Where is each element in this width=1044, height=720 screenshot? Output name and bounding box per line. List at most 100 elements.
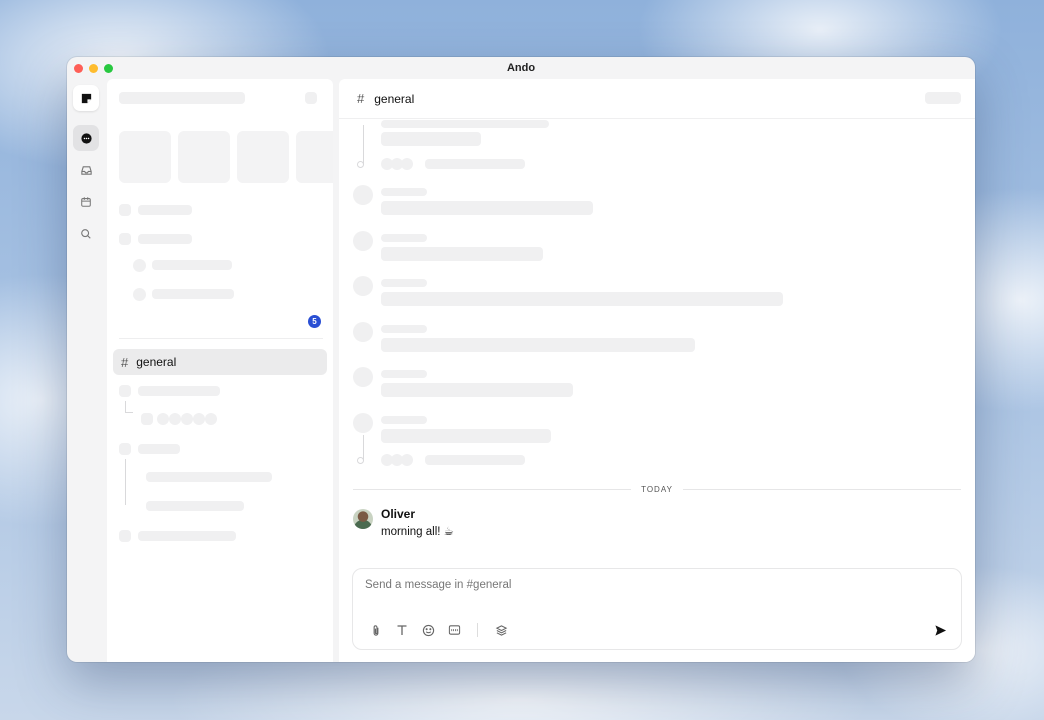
sidebar-item-general[interactable]: # general xyxy=(113,349,327,375)
message-composer xyxy=(352,568,962,650)
message-line-placeholder xyxy=(381,383,573,397)
app-logo-button[interactable] xyxy=(73,85,99,111)
day-divider-label: TODAY xyxy=(641,484,673,494)
inbox-nav-button[interactable] xyxy=(73,157,99,183)
search-icon xyxy=(81,229,91,239)
message-item[interactable]: Oliver morning all! ☕ xyxy=(353,507,454,538)
message-line-placeholder xyxy=(381,120,549,128)
gif-button[interactable] xyxy=(445,621,463,639)
message-line-placeholder xyxy=(381,292,783,306)
nav-rail xyxy=(67,79,105,662)
channel-name-placeholder[interactable] xyxy=(138,386,220,396)
message-input[interactable] xyxy=(365,579,905,591)
window-controls xyxy=(74,64,113,73)
thread-connector xyxy=(363,435,373,461)
app-window: Ando 5 # general # general TODAY Oliver … xyxy=(67,57,975,662)
author-placeholder xyxy=(381,188,427,196)
shortcut-card-placeholder[interactable] xyxy=(296,131,333,183)
participant-avatar-placeholder xyxy=(157,413,169,425)
channel-icon-placeholder xyxy=(119,385,131,397)
author-placeholder xyxy=(381,416,427,424)
channel-icon-placeholder xyxy=(119,443,131,455)
layers-icon xyxy=(495,624,507,636)
channel-header: # general xyxy=(339,79,975,119)
message-line-placeholder xyxy=(381,247,543,261)
message-line-placeholder xyxy=(381,338,695,352)
section-label-placeholder[interactable] xyxy=(138,234,192,244)
avatar-placeholder xyxy=(353,231,373,251)
channel-sidebar: 5 # general xyxy=(107,79,333,662)
titlebar: Ando xyxy=(67,57,975,79)
section-label-placeholder[interactable] xyxy=(138,205,192,215)
message-author[interactable]: Oliver xyxy=(381,507,454,521)
avatar-placeholder xyxy=(353,413,373,433)
attach-button[interactable] xyxy=(367,621,385,639)
calendar-icon xyxy=(81,197,91,207)
avatar-placeholder xyxy=(353,185,373,205)
dm-name-placeholder[interactable] xyxy=(152,289,234,299)
text-format-icon xyxy=(397,625,407,635)
message-body: Oliver morning all! ☕ xyxy=(381,507,454,538)
participant-avatar-placeholder xyxy=(181,413,193,425)
message-line-placeholder xyxy=(381,132,481,146)
app-logo-icon xyxy=(81,93,91,103)
hash-icon: # xyxy=(357,91,365,106)
window-title: Ando xyxy=(506,62,536,74)
channel-title: general xyxy=(374,91,415,106)
author-placeholder xyxy=(381,370,427,378)
header-action-placeholder[interactable] xyxy=(925,92,961,104)
thread-connector xyxy=(363,125,373,165)
messages-nav-button[interactable] xyxy=(73,125,99,151)
shortcut-card-placeholder[interactable] xyxy=(237,131,289,183)
channel-name-placeholder[interactable] xyxy=(138,531,236,541)
section-icon-placeholder xyxy=(119,233,131,245)
message-line-placeholder xyxy=(381,429,551,443)
message-line-placeholder xyxy=(381,201,593,215)
send-icon xyxy=(934,624,946,636)
avatar-placeholder xyxy=(353,367,373,387)
calendar-nav-button[interactable] xyxy=(73,189,99,215)
search-nav-button[interactable] xyxy=(73,221,99,247)
sidebar-item-label: general xyxy=(136,355,177,369)
thread-connector xyxy=(125,401,133,413)
dm-avatar-placeholder xyxy=(133,288,146,301)
dm-name-placeholder[interactable] xyxy=(152,260,232,270)
shortcut-card-placeholder[interactable] xyxy=(119,131,171,183)
day-divider: TODAY xyxy=(353,482,962,496)
avatar-placeholder xyxy=(353,276,373,296)
reply-count-placeholder[interactable] xyxy=(425,455,525,465)
participant-avatar-placeholder xyxy=(205,413,217,425)
format-text-button[interactable] xyxy=(393,621,411,639)
thread-title-placeholder[interactable] xyxy=(146,501,244,511)
inbox-icon xyxy=(80,165,92,175)
dm-avatar-placeholder xyxy=(133,259,146,272)
thread-connector xyxy=(125,459,133,505)
close-window-button[interactable] xyxy=(74,64,83,73)
conversation-pane: # general TODAY Oliver morning all! ☕ Se… xyxy=(339,79,975,662)
maximize-window-button[interactable] xyxy=(104,64,113,73)
channel-icon-placeholder xyxy=(119,530,131,542)
avatar-placeholder xyxy=(353,322,373,342)
gif-icon xyxy=(448,625,460,635)
compose-button-placeholder[interactable] xyxy=(305,92,317,104)
message-text: morning all! ☕ xyxy=(381,526,454,538)
unread-badge: 5 xyxy=(308,315,321,328)
channel-name-placeholder[interactable] xyxy=(138,444,180,454)
emoji-button[interactable] xyxy=(419,621,437,639)
divider-line xyxy=(682,488,962,490)
minimize-window-button[interactable] xyxy=(89,64,98,73)
smiley-icon xyxy=(422,624,434,636)
avatar[interactable] xyxy=(353,509,373,529)
stack-button[interactable] xyxy=(492,621,510,639)
shortcut-card-placeholder[interactable] xyxy=(178,131,230,183)
reply-count-placeholder[interactable] xyxy=(425,159,525,169)
thread-title-placeholder[interactable] xyxy=(146,472,272,482)
hash-icon: # xyxy=(121,354,129,370)
sidebar-divider xyxy=(119,338,323,339)
thread-icon-placeholder xyxy=(141,413,153,425)
participant-avatar-placeholder xyxy=(169,413,181,425)
author-placeholder xyxy=(381,325,427,333)
send-button[interactable] xyxy=(931,621,949,639)
divider-line xyxy=(353,488,632,490)
toolbar-separator xyxy=(477,623,478,637)
